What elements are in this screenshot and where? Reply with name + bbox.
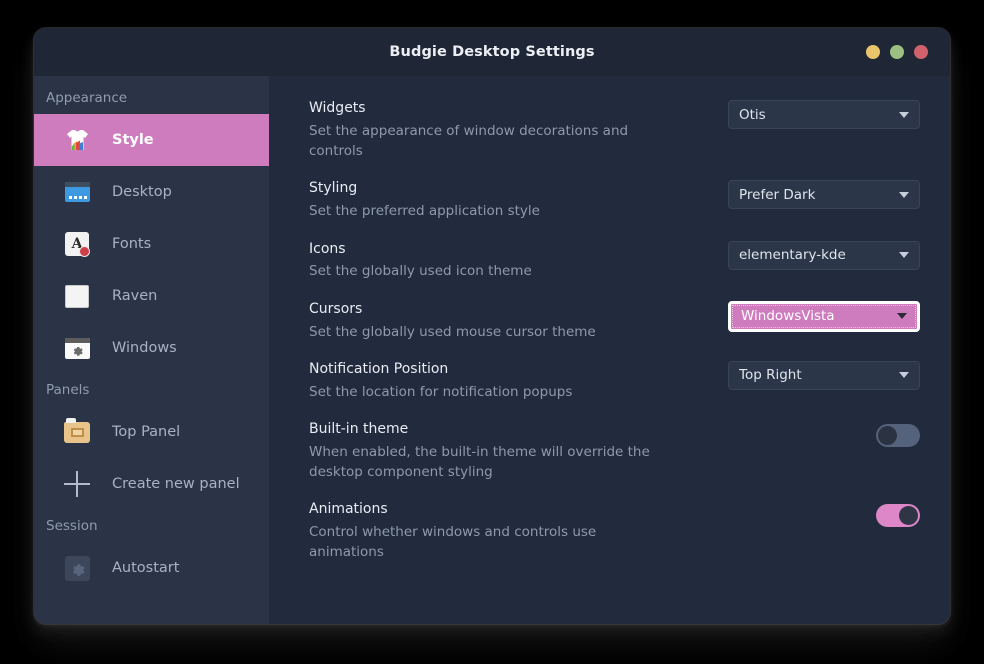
setting-row-cursors: Cursors Set the globally used mouse curs… xyxy=(309,299,920,342)
setting-title: Cursors xyxy=(309,300,596,319)
sidebar-item-label: Raven xyxy=(112,288,157,304)
setting-text: Animations Control whether windows and c… xyxy=(309,499,654,562)
sidebar-item-label: Desktop xyxy=(112,184,172,200)
minimize-button[interactable] xyxy=(866,45,880,59)
setting-description: Set the globally used mouse cursor theme xyxy=(309,322,596,342)
window-gear-icon xyxy=(64,335,90,361)
dropdown-value: WindowsVista xyxy=(741,308,897,324)
setting-row-builtin-theme: Built-in theme When enabled, the built-i… xyxy=(309,419,920,482)
titlebar: Budgie Desktop Settings xyxy=(34,28,950,76)
sidebar-item-top-panel[interactable]: Top Panel xyxy=(34,406,269,458)
setting-text: Built-in theme When enabled, the built-i… xyxy=(309,419,654,482)
setting-row-styling: Styling Set the preferred application st… xyxy=(309,178,920,221)
cursors-dropdown[interactable]: WindowsVista xyxy=(728,301,920,332)
close-button[interactable] xyxy=(914,45,928,59)
toggle-knob xyxy=(899,506,918,525)
setting-title: Built-in theme xyxy=(309,420,654,439)
chevron-down-icon xyxy=(897,313,907,319)
setting-row-widgets: Widgets Set the appearance of window dec… xyxy=(309,98,920,161)
gear-icon xyxy=(64,555,90,581)
sidebar-item-windows[interactable]: Windows xyxy=(34,322,269,374)
sidebar-item-desktop[interactable]: Desktop xyxy=(34,166,269,218)
screen: Budgie Desktop Settings Appearance xyxy=(0,0,984,664)
sidebar-item-label: Windows xyxy=(112,340,177,356)
setting-description: Control whether windows and controls use… xyxy=(309,522,654,563)
chevron-down-icon xyxy=(899,112,909,118)
setting-control: elementary-kde xyxy=(728,239,920,270)
setting-text: Styling Set the preferred application st… xyxy=(309,178,540,221)
chevron-down-icon xyxy=(899,192,909,198)
setting-row-animations: Animations Control whether windows and c… xyxy=(309,499,920,562)
sidebar-item-label: Top Panel xyxy=(112,424,180,440)
window-title: Budgie Desktop Settings xyxy=(389,44,594,60)
settings-window: Budgie Desktop Settings Appearance xyxy=(34,28,950,624)
setting-description: Set the appearance of window decorations… xyxy=(309,121,654,162)
plus-icon xyxy=(64,471,90,497)
window-body: Appearance Style xyxy=(34,76,950,624)
setting-title: Notification Position xyxy=(309,360,572,379)
sidebar-item-label: Create new panel xyxy=(112,476,240,492)
toggle-knob xyxy=(878,426,897,445)
setting-title: Styling xyxy=(309,179,540,198)
setting-title: Icons xyxy=(309,240,532,259)
desktop-icon xyxy=(64,179,90,205)
setting-description: Set the preferred application style xyxy=(309,201,540,221)
dropdown-value: Top Right xyxy=(739,367,899,383)
dropdown-value: Otis xyxy=(739,107,899,123)
sidebar-section-header-appearance: Appearance xyxy=(34,82,269,114)
setting-description: Set the location for notification popups xyxy=(309,382,572,402)
widgets-dropdown[interactable]: Otis xyxy=(728,100,920,129)
settings-content: Widgets Set the appearance of window dec… xyxy=(269,76,950,624)
setting-control: Prefer Dark xyxy=(728,178,920,209)
setting-text: Cursors Set the globally used mouse curs… xyxy=(309,299,596,342)
sidebar-section-header-session: Session xyxy=(34,510,269,542)
styling-dropdown[interactable]: Prefer Dark xyxy=(728,180,920,209)
animations-toggle[interactable] xyxy=(876,504,920,527)
chevron-down-icon xyxy=(899,372,909,378)
sidebar-item-label: Fonts xyxy=(112,236,151,252)
setting-control xyxy=(876,419,920,447)
folder-panel-icon xyxy=(64,419,90,445)
setting-control: Otis xyxy=(728,98,920,129)
sidebar-item-label: Style xyxy=(112,132,154,148)
sidebar-item-style[interactable]: Style xyxy=(34,114,269,166)
setting-description: When enabled, the built-in theme will ov… xyxy=(309,442,654,483)
shirt-icon xyxy=(64,127,90,153)
icons-dropdown[interactable]: elementary-kde xyxy=(728,241,920,270)
notification-position-dropdown[interactable]: Top Right xyxy=(728,361,920,390)
builtin-theme-toggle[interactable] xyxy=(876,424,920,447)
setting-text: Icons Set the globally used icon theme xyxy=(309,239,532,282)
chevron-down-icon xyxy=(899,252,909,258)
sidebar-item-autostart[interactable]: Autostart xyxy=(34,542,269,594)
sidebar-item-raven[interactable]: Raven xyxy=(34,270,269,322)
window-controls xyxy=(866,45,928,59)
maximize-button[interactable] xyxy=(890,45,904,59)
sidebar-item-create-new-panel[interactable]: Create new panel xyxy=(34,458,269,510)
setting-control: Top Right xyxy=(728,359,920,390)
calendar-icon xyxy=(64,283,90,309)
setting-control: WindowsVista xyxy=(728,299,920,332)
dropdown-value: Prefer Dark xyxy=(739,187,899,203)
sidebar: Appearance Style xyxy=(34,76,269,624)
sidebar-section-header-panels: Panels xyxy=(34,374,269,406)
setting-text: Notification Position Set the location f… xyxy=(309,359,572,402)
setting-description: Set the globally used icon theme xyxy=(309,261,532,281)
dropdown-value: elementary-kde xyxy=(739,247,899,263)
setting-text: Widgets Set the appearance of window dec… xyxy=(309,98,654,161)
setting-title: Widgets xyxy=(309,99,654,118)
setting-control xyxy=(876,499,920,527)
sidebar-item-label: Autostart xyxy=(112,560,179,576)
setting-row-icons: Icons Set the globally used icon theme e… xyxy=(309,239,920,282)
sidebar-item-fonts[interactable]: A Fonts xyxy=(34,218,269,270)
setting-row-notification-position: Notification Position Set the location f… xyxy=(309,359,920,402)
setting-title: Animations xyxy=(309,500,654,519)
font-icon: A xyxy=(64,231,90,257)
